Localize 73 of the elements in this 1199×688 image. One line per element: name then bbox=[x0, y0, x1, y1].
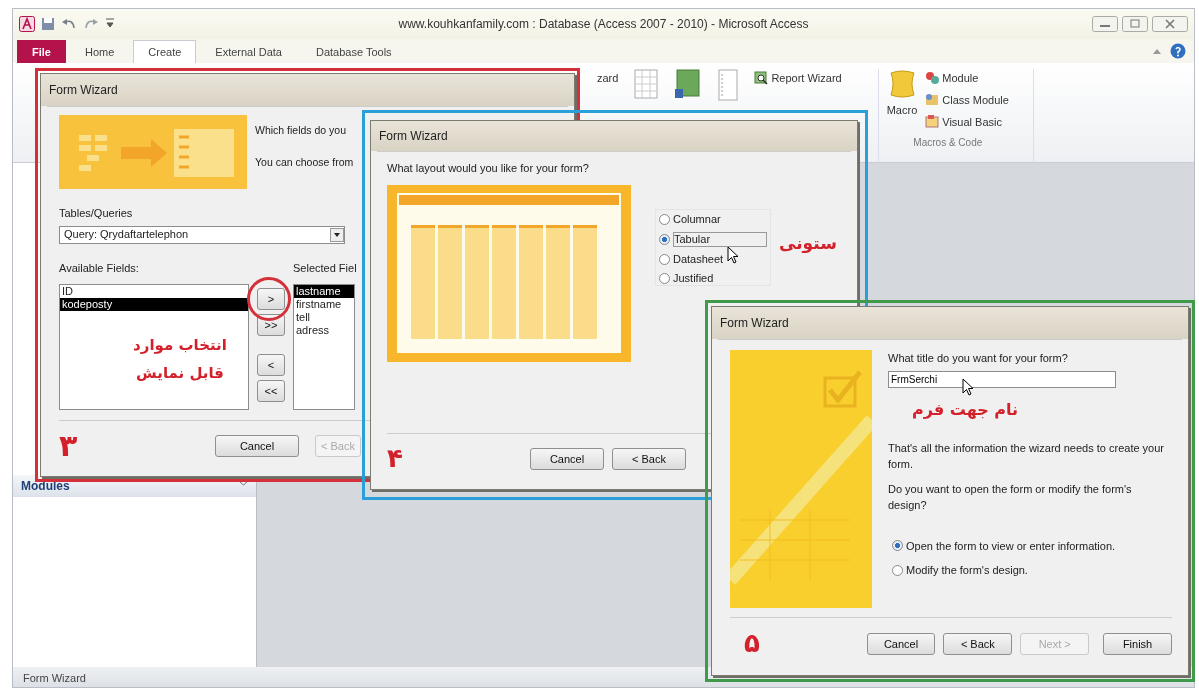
step-number: ۴ bbox=[387, 442, 404, 475]
radio-option[interactable]: Columnar bbox=[659, 212, 767, 226]
app-logo-icon[interactable] bbox=[19, 16, 35, 32]
dialog-button[interactable]: Finish bbox=[1103, 632, 1172, 655]
ribbon-command[interactable]: Visual Basic bbox=[925, 113, 1009, 131]
instruction-text: You can choose from bbox=[255, 154, 354, 170]
move-button[interactable]: >> bbox=[257, 313, 285, 336]
list-item[interactable]: lastname bbox=[294, 285, 354, 298]
mouse-pointer-icon bbox=[727, 246, 739, 264]
query-dropdown[interactable]: Query: Qrydaftartelephon bbox=[59, 225, 345, 244]
save-icon[interactable] bbox=[41, 17, 55, 31]
visual-basic-icon bbox=[925, 115, 940, 129]
ribbon-command[interactable]: Module bbox=[925, 69, 1009, 87]
group-label: Macros & Code bbox=[912, 136, 984, 150]
class-module-icon bbox=[925, 93, 940, 107]
move-button[interactable]: < bbox=[257, 353, 285, 376]
annotation-text: نام جهت فرم bbox=[912, 398, 1020, 421]
minimize-icon[interactable] bbox=[1092, 16, 1118, 32]
dialog-button[interactable]: < Back bbox=[943, 632, 1013, 655]
form-icon[interactable] bbox=[674, 69, 701, 99]
list-item[interactable]: ID bbox=[60, 285, 248, 298]
dialog-title: Form Wizard bbox=[49, 82, 118, 99]
info-text: That's all the information the wizard needs to create your form. bbox=[888, 440, 1166, 472]
undo-icon[interactable] bbox=[61, 17, 77, 31]
step-number: ۳ bbox=[59, 427, 79, 465]
list-item[interactable]: adress bbox=[294, 324, 354, 337]
magnifier-report-icon bbox=[754, 71, 769, 85]
radio-option[interactable]: Open the form to view or enter information. bbox=[892, 537, 1172, 554]
ribbon-command[interactable]: Class Module bbox=[925, 91, 1009, 109]
ribbon-tab[interactable]: Home bbox=[69, 39, 130, 63]
radio-option[interactable]: Modify the form's design. bbox=[892, 562, 1172, 579]
field-label: Selected Fiel bbox=[293, 260, 355, 276]
pane-header-text: Modules bbox=[21, 478, 70, 495]
dialog-button[interactable]: < Back bbox=[612, 447, 686, 470]
ribbon-tab[interactable]: Create bbox=[133, 39, 197, 63]
list-item[interactable]: firstname bbox=[294, 298, 354, 311]
close-icon[interactable] bbox=[1152, 16, 1188, 32]
window-title: www.kouhkanfamily.com : Database (Access 2007 - 2010) - Microsoft Access bbox=[397, 16, 810, 33]
move-button[interactable]: << bbox=[257, 379, 285, 402]
instruction-text: Which fields do you bbox=[255, 123, 348, 138]
field-label: Tables/Queries bbox=[59, 206, 134, 221]
ribbon-tab[interactable]: Database Tools bbox=[301, 39, 407, 63]
question-text: Do you want to open the form or modify the form's design? bbox=[888, 481, 1133, 513]
field-label: Available Fields: bbox=[59, 260, 140, 276]
question-text: What layout would you like for your form? bbox=[387, 161, 590, 176]
dialog-title: Form Wizard bbox=[720, 315, 789, 332]
help-icon[interactable] bbox=[1170, 43, 1186, 59]
dialog-button[interactable]: Cancel bbox=[866, 632, 936, 655]
annotation-text: انتخاب موارد قابل نمایش bbox=[132, 335, 228, 384]
dialog-button[interactable]: Cancel bbox=[215, 434, 299, 457]
highlight-circle bbox=[247, 277, 291, 321]
scroll-icon bbox=[887, 69, 917, 99]
restore-icon[interactable] bbox=[1122, 16, 1148, 32]
module-icon bbox=[925, 71, 940, 85]
move-button[interactable]: > bbox=[257, 287, 285, 310]
list-item[interactable]: tell bbox=[294, 311, 354, 324]
radio-option[interactable]: Datasheet bbox=[659, 252, 767, 266]
annotation-text: ستونی bbox=[779, 231, 837, 255]
list-item[interactable]: kodeposty bbox=[60, 298, 248, 311]
report-wizard-button[interactable]: Report Wizard bbox=[754, 69, 842, 87]
mouse-pointer-icon bbox=[962, 378, 974, 396]
title-input-field[interactable]: FrmSerchi bbox=[888, 370, 1116, 388]
ribbon-tab[interactable]: External Data bbox=[200, 39, 297, 63]
collapse-ribbon-icon[interactable] bbox=[1152, 47, 1162, 55]
ribbon-command[interactable]: zard bbox=[597, 69, 619, 87]
radio-option[interactable]: Justified bbox=[659, 271, 767, 285]
step-number: ۵ bbox=[743, 627, 761, 660]
dialog-title: Form Wizard bbox=[379, 128, 448, 145]
question-text: What title do you want for your form? bbox=[888, 351, 1069, 366]
file-tab[interactable]: File bbox=[17, 39, 66, 63]
macro-button[interactable]: Macro bbox=[886, 69, 918, 131]
redo-icon[interactable] bbox=[83, 17, 99, 31]
dialog-button[interactable]: Cancel bbox=[530, 447, 604, 470]
